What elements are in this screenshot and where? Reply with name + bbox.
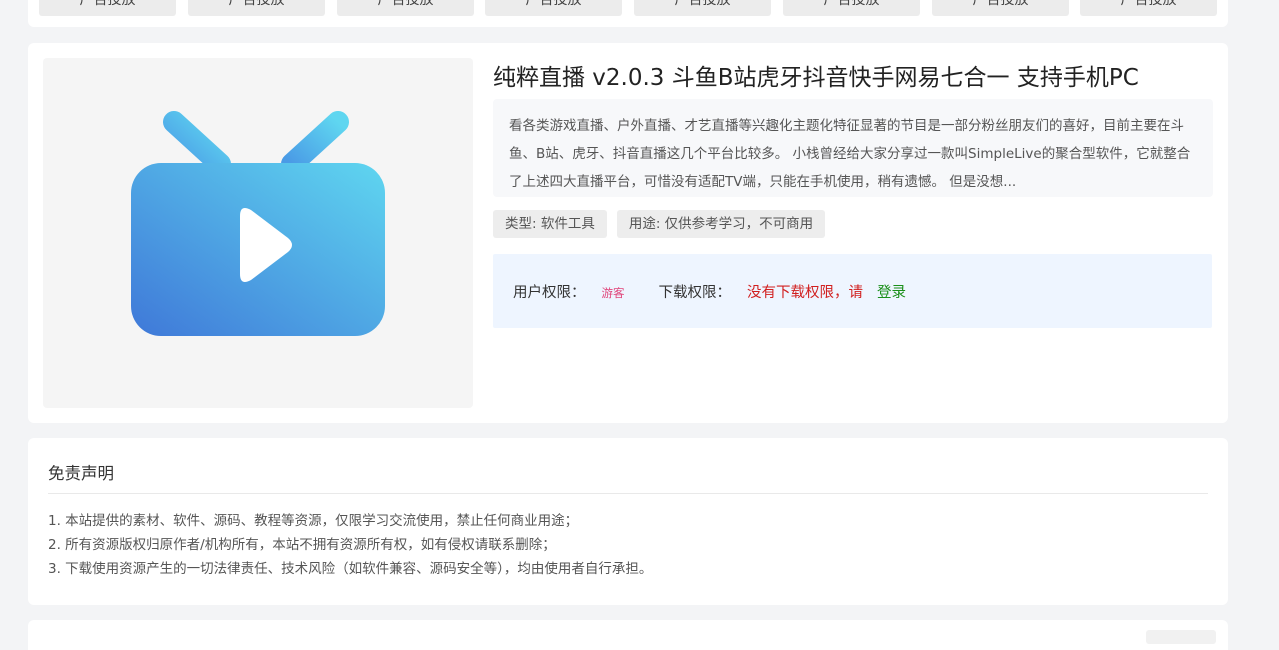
ad-slot-6[interactable]: 广告投放 <box>783 0 920 16</box>
disclaimer-item: 2. 所有资源版权归原作者/机构所有，本站不拥有资源所有权，如有侵权请联系删除； <box>48 537 556 553</box>
article-tags: 类型: 软件工具 用途: 仅供参考学习，不可商用 <box>493 210 826 238</box>
article-description: 看各类游戏直播、户外直播、才艺直播等兴趣化主题化特征显著的节目是一部分粉丝朋友们… <box>493 99 1213 197</box>
next-card-chip <box>1146 630 1216 644</box>
user-permission-value: 游客 <box>601 286 625 300</box>
permission-row: 用户权限： 游客 下载权限： 没有下载权限，请 登录 <box>513 281 906 302</box>
download-permission-label: 下载权限： <box>658 285 732 301</box>
login-link[interactable]: 登录 <box>877 281 906 302</box>
ad-slot-3[interactable]: 广告投放 <box>337 0 474 16</box>
ad-slot-7[interactable]: 广告投放 <box>932 0 1069 16</box>
tv-play-icon <box>131 111 385 336</box>
ad-slot-8[interactable]: 广告投放 <box>1080 0 1217 16</box>
ad-strip: 广告投放 广告投放 广告投放 广告投放 广告投放 广告投放 广告投放 广告投放 <box>28 0 1228 27</box>
ad-slot-1[interactable]: 广告投放 <box>39 0 176 16</box>
ad-slot-4[interactable]: 广告投放 <box>485 0 622 16</box>
disclaimer-item: 1. 本站提供的素材、软件、源码、教程等资源，仅限学习交流使用，禁止任何商业用途… <box>48 513 579 529</box>
disclaimer-card: 免责声明 1. 本站提供的素材、软件、源码、教程等资源，仅限学习交流使用，禁止任… <box>28 438 1228 605</box>
ad-slot-2[interactable]: 广告投放 <box>188 0 325 16</box>
disclaimer-item: 3. 下载使用资源产生的一切法律责任、技术风险（如软件兼容、源码安全等），均由使… <box>48 561 653 577</box>
article-thumbnail[interactable] <box>43 58 473 408</box>
ad-slot-5[interactable]: 广告投放 <box>634 0 771 16</box>
article-title[interactable]: 纯粹直播 v2.0.3 斗鱼B站虎牙抖音快手网易七合一 支持手机PC <box>493 58 1139 92</box>
disclaimer-list: 1. 本站提供的素材、软件、源码、教程等资源，仅限学习交流使用，禁止任何商业用途… <box>48 509 652 581</box>
permission-box: 用户权限： 游客 下载权限： 没有下载权限，请 登录 <box>493 254 1212 328</box>
disclaimer-divider <box>48 493 1208 494</box>
article-card: 纯粹直播 v2.0.3 斗鱼B站虎牙抖音快手网易七合一 支持手机PC 看各类游戏… <box>28 43 1228 423</box>
download-permission-value: 没有下载权限，请 <box>747 285 863 301</box>
next-card <box>28 620 1228 650</box>
user-permission-label: 用户权限： <box>513 285 586 301</box>
tag-type[interactable]: 类型: 软件工具 <box>493 210 607 238</box>
tag-usage: 用途: 仅供参考学习，不可商用 <box>616 210 826 238</box>
disclaimer-title: 免责声明 <box>48 464 114 483</box>
